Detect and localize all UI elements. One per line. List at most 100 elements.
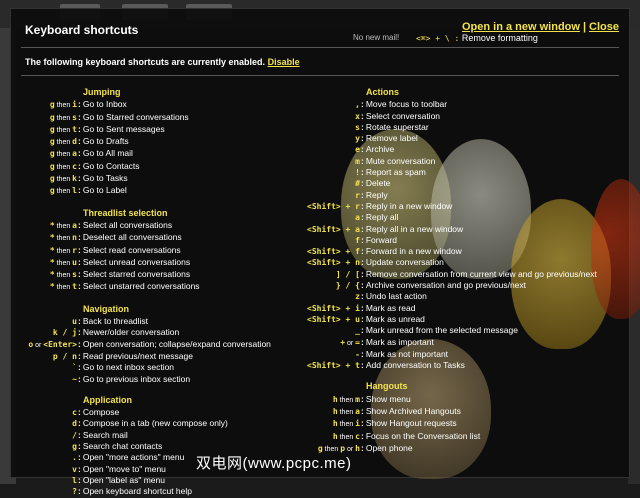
shortcut-description: Go to Contacts <box>82 160 140 171</box>
colon: : <box>78 99 81 110</box>
shortcut-keys: / <box>11 430 77 441</box>
actions-title: Actions <box>366 87 400 97</box>
shortcut-row: -: Mark as not important <box>281 349 631 360</box>
colon: : <box>78 148 81 159</box>
shortcut-keys: ? <box>11 486 77 497</box>
colon: : <box>78 136 81 147</box>
shortcut-row: <Shift> + r: Reply in a new window <box>281 201 631 212</box>
colon: : <box>361 99 364 110</box>
key: e <box>355 145 360 155</box>
colon: : <box>361 348 364 359</box>
colon: : <box>361 336 364 347</box>
key: s <box>355 122 360 132</box>
dialog-top-links: Open in a new window | Close <box>462 21 619 33</box>
shortcut-description: Mark as important <box>365 336 434 347</box>
shortcut-row: r: Reply <box>281 190 631 201</box>
shortcut-keys: g then i <box>11 99 77 111</box>
colon: : <box>78 441 81 452</box>
then-word: then <box>54 139 73 147</box>
shortcut-row: } / {: Archive conversation and go previo… <box>281 280 631 291</box>
close-link[interactable]: Close <box>589 21 619 33</box>
open-new-window-link[interactable]: Open in a new window <box>462 21 580 33</box>
keyboard-shortcuts-dialog: Keyboard shortcuts Open in a new window |… <box>10 8 640 496</box>
shortcut-description: Open "label as" menu <box>82 474 165 485</box>
shortcut-keys: g <box>11 441 77 452</box>
disable-link[interactable]: Disable <box>268 57 300 67</box>
shortcut-row: a: Reply all <box>281 212 631 223</box>
remove-formatting-desc: Remove formatting <box>461 33 538 43</box>
shortcut-keys: g then c <box>11 161 77 173</box>
colon: : <box>78 407 81 418</box>
shortcut-row: l: Open "label as" menu <box>11 475 341 486</box>
shortcut-row: _: Mark unread from the selected message <box>281 325 631 336</box>
shortcut-keys: <Shift> + r <box>281 201 360 212</box>
colon: : <box>78 219 81 230</box>
or-word: or <box>345 339 356 347</box>
colon: : <box>361 212 364 223</box>
key: s <box>72 112 77 122</box>
key: d <box>72 137 77 147</box>
actions-list: ,: Move focus to toolbar x: Select conversa… <box>281 99 631 371</box>
key: ! <box>355 168 360 178</box>
shortcut-keys: e <box>281 144 360 155</box>
shortcut-description: Go to Tasks <box>82 173 128 184</box>
key: <Shift> + n <box>307 258 360 268</box>
shortcut-description: Delete <box>365 178 391 189</box>
shortcut-keys: g then t <box>11 124 77 136</box>
colon: : <box>361 167 364 178</box>
shortcut-keys: m <box>281 156 360 167</box>
shortcut-row: <Shift> + f: Forward in a new window <box>281 246 631 257</box>
shortcut-row: h then i: Show Hangout requests <box>281 418 631 430</box>
key: , <box>355 100 360 110</box>
colon: : <box>361 291 364 302</box>
shortcut-row: <Shift> + i: Mark as read <box>281 303 631 314</box>
shortcut-keys: * then u <box>11 257 77 269</box>
key: u <box>72 317 77 327</box>
shortcut-description: Focus on the Conversation list <box>365 430 481 441</box>
key: g <box>72 442 77 452</box>
no-new-mail-text: No new mail! <box>353 33 400 42</box>
colon: : <box>78 474 81 485</box>
shortcut-keys: * then s <box>11 269 77 281</box>
then-word: then <box>54 151 73 159</box>
then-word: then <box>54 272 73 280</box>
then-word: then <box>54 163 73 171</box>
shortcut-keys: ! <box>281 167 360 178</box>
hangouts-list: h then m: Show menu h then a: Show Archived… <box>281 394 631 455</box>
key: u <box>72 257 77 267</box>
shortcut-row: ?: Open keyboard shortcut help <box>11 486 341 497</box>
key: p / n <box>52 351 77 361</box>
colon: : <box>78 350 81 361</box>
key: c <box>72 408 77 418</box>
key: _ <box>355 326 360 336</box>
colon: : <box>361 200 364 211</box>
shortcut-keys: * then r <box>11 245 77 257</box>
shortcut-row: y: Remove label <box>281 133 631 144</box>
key: a <box>355 213 360 223</box>
shortcut-description: Remove conversation from current view an… <box>365 268 597 279</box>
then-word: then <box>54 222 73 230</box>
shortcut-keys: g then l <box>11 185 77 197</box>
shortcut-description: Go to Starred conversations <box>82 111 189 122</box>
key: y <box>355 134 360 144</box>
key: a <box>72 220 77 230</box>
shortcut-keys: a <box>281 212 360 223</box>
shortcut-keys: , <box>281 99 360 110</box>
colon: : <box>361 360 364 371</box>
colon: : <box>361 257 364 268</box>
colon: : <box>78 429 81 440</box>
shortcut-description: Mark as not important <box>365 348 449 359</box>
colon: : <box>361 325 364 336</box>
shortcut-keys: # <box>281 178 360 189</box>
shortcut-row: f: Forward <box>281 235 631 246</box>
colon: : <box>361 133 364 144</box>
shortcut-description: Undo last action <box>365 291 427 302</box>
shortcut-row: <Shift> + n: Update conversation <box>281 257 631 268</box>
enabled-message: The following keyboard shortcuts are cur… <box>25 57 300 67</box>
shortcut-keys: ] / [ <box>281 269 360 280</box>
shortcut-keys: * then a <box>11 220 77 232</box>
shortcut-keys: o or <Enter> <box>11 339 77 351</box>
colon: : <box>361 178 364 189</box>
key: k <box>72 174 77 184</box>
colon: : <box>78 269 81 280</box>
